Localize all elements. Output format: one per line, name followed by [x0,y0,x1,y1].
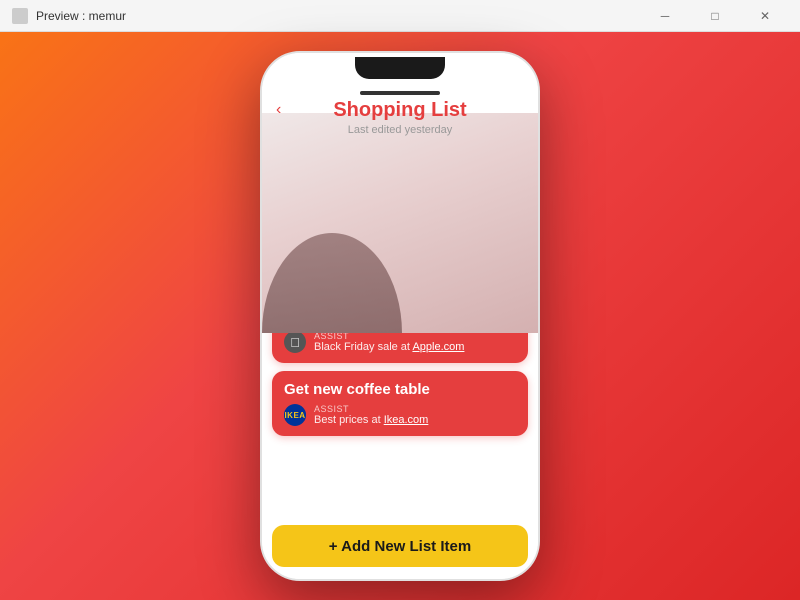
app-icon [12,8,28,24]
titlebar-title: Preview : memur [36,9,634,23]
add-new-item-button[interactable]: + Add New List Item [272,525,528,567]
back-button[interactable]: ‹ [276,101,281,119]
item-assist:  Assist Black Friday sale at Apple.com [284,331,516,353]
add-button-area: + Add New List Item [262,517,538,579]
screen-content: ‹ Shopping List Last edited yesterday Sh… [262,83,538,579]
bg-silhouette [262,133,412,333]
assist-detail: Black Friday sale at Apple.com [314,341,464,353]
screen-background [262,113,538,333]
item-assist: IKEA Assist Best prices at Ikea.com [284,404,516,426]
ikea-logo-text: IKEA [284,410,306,421]
minimize-button[interactable]: ─ [642,0,688,32]
assist-text-group: Assist Best prices at Ikea.com [314,404,428,426]
assist-detail: Best prices at Ikea.com [314,414,428,426]
apple-symbol:  [290,335,300,350]
screen-subtitle: Last edited yesterday [278,124,522,136]
window-controls: ─ □ ✕ [642,0,788,32]
screen-header: ‹ Shopping List Last edited yesterday [262,83,538,144]
ikea-icon: IKEA [284,404,306,426]
item-title: Get new coffee table [284,381,516,398]
maximize-button[interactable]: □ [692,0,738,32]
assist-text-group: Assist Black Friday sale at Apple.com [314,331,464,353]
main-area: ‹ Shopping List Last edited yesterday Sh… [0,32,800,600]
phone-notch [355,57,445,79]
apple-link[interactable]: Apple.com [412,341,464,353]
titlebar: Preview : memur ─ □ ✕ [0,0,800,32]
apple-icon:  [284,331,306,353]
ikea-link[interactable]: Ikea.com [384,414,429,426]
screen-title: Shopping List [278,99,522,122]
list-item[interactable]: Get new coffee table IKEA Assist Best pr… [272,371,528,436]
phone-top [262,53,538,83]
phone-frame: ‹ Shopping List Last edited yesterday Sh… [260,51,540,581]
assist-label: Assist [314,404,428,414]
close-button[interactable]: ✕ [742,0,788,32]
